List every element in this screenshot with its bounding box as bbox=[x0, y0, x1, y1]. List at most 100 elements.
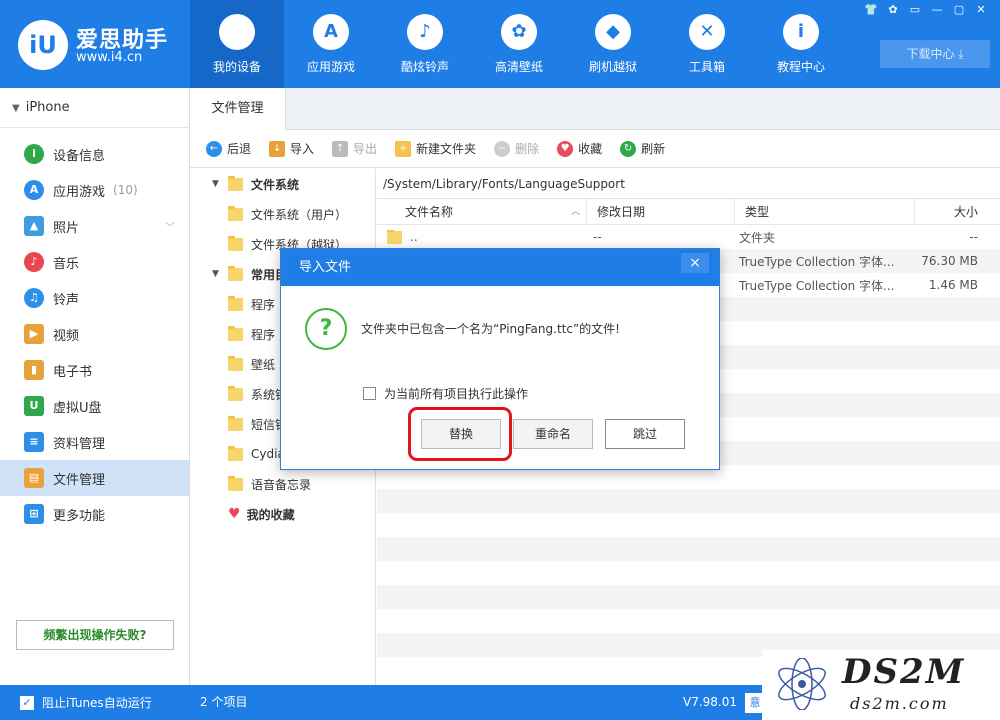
sidebar-item-label: 更多功能 bbox=[53, 508, 106, 524]
toolbar-import-button[interactable]: ↓ 导入 bbox=[269, 140, 314, 157]
close-icon[interactable]: × bbox=[681, 253, 709, 273]
device-selector[interactable]: ▼ iPhone bbox=[0, 88, 189, 128]
file-type: 文件夹 bbox=[739, 230, 776, 245]
table-row[interactable] bbox=[377, 537, 1000, 561]
toolbar-new-folder-button[interactable]: + 新建文件夹 bbox=[395, 140, 476, 157]
skin-icon[interactable]: 👕 bbox=[862, 2, 880, 18]
settings-icon[interactable]: ✿ bbox=[884, 2, 902, 18]
folder-icon bbox=[228, 355, 243, 371]
sidebar-item-label: 设备信息 bbox=[53, 148, 106, 164]
table-header: 文件名称 ︿ 修改日期 类型 大小 bbox=[377, 198, 1000, 225]
table-row[interactable] bbox=[377, 489, 1000, 513]
flower-icon: ✿ bbox=[501, 14, 537, 50]
sidebar-item-1[interactable]: A 应用游戏 (10) bbox=[0, 172, 189, 208]
column-name-label: 文件名称 bbox=[405, 204, 454, 219]
contacts-icon: ≡ bbox=[24, 432, 44, 452]
toolbar-label: 新建文件夹 bbox=[416, 142, 477, 156]
help-button[interactable]: 频繁出现操作失败? bbox=[16, 620, 174, 650]
tab-file-manager[interactable]: 文件管理 bbox=[190, 88, 286, 130]
file-type: TrueType Collection 字体... bbox=[739, 278, 895, 293]
nav-item-label: 教程中心 bbox=[776, 60, 825, 74]
sidebar-item-label: 应用游戏 bbox=[53, 184, 106, 200]
tree-item[interactable]: 文件系统（用户） bbox=[190, 199, 375, 229]
nav-item-2[interactable]: ♪ 酷炫铃声 bbox=[378, 0, 472, 88]
sidebar-item-2[interactable]: ▲ 照片 ﹀ bbox=[0, 208, 189, 244]
toolbar-heart-button[interactable]: ♥ 收藏 bbox=[557, 140, 602, 157]
apply-all-label: 为当前所有项目执行此操作 bbox=[384, 387, 529, 401]
heart-icon: ♥ bbox=[557, 140, 574, 157]
sidebar-item-3[interactable]: ♪ 音乐 bbox=[0, 244, 189, 280]
sidebar-item-5[interactable]: ▶ 视频 bbox=[0, 316, 189, 352]
maximize-icon[interactable]: ▢ bbox=[950, 2, 968, 18]
column-name[interactable]: 文件名称 ︿ bbox=[377, 198, 587, 225]
heart-icon: ♥ bbox=[228, 506, 241, 522]
sidebar-item-9[interactable]: ▤ 文件管理 bbox=[0, 460, 189, 496]
nav-item-4[interactable]: ◆ 刷机越狱 bbox=[566, 0, 660, 88]
file-size: 76.30 MB bbox=[921, 254, 978, 268]
nav-item-3[interactable]: ✿ 高清壁纸 bbox=[472, 0, 566, 88]
close-window-icon[interactable]: ✕ bbox=[972, 2, 990, 18]
toolbar: ← 后退 ↓ 导入 ↑ 导出 + 新建文件夹 − 删除 ♥ 收藏 ↻ 刷新 bbox=[190, 130, 1000, 168]
sidebar-item-label: 电子书 bbox=[53, 364, 93, 380]
sidebar-item-label: 照片 bbox=[53, 220, 80, 236]
table-row[interactable] bbox=[377, 561, 1000, 585]
sidebar-item-6[interactable]: ▮ 电子书 bbox=[0, 352, 189, 388]
apply-all-checkbox[interactable]: 为当前所有项目执行此操作 bbox=[363, 385, 528, 402]
folder-icon bbox=[228, 235, 243, 251]
sidebar-item-0[interactable]: i 设备信息 bbox=[0, 136, 189, 172]
table-row[interactable] bbox=[377, 585, 1000, 609]
table-row[interactable] bbox=[377, 609, 1000, 633]
toolbar-delete-button: − 删除 bbox=[494, 140, 539, 157]
app-logo: iU 爱思助手 www.i4.cn bbox=[18, 16, 178, 72]
column-size[interactable]: 大小 bbox=[915, 199, 1000, 225]
tab-bar: 文件管理 bbox=[190, 88, 1000, 130]
column-type[interactable]: 类型 bbox=[735, 198, 915, 225]
caret-down-icon[interactable]: ▼ bbox=[212, 179, 228, 189]
minimize-icon[interactable]: — bbox=[928, 2, 946, 18]
dialog-message: 文件夹中已包含一个名为“PingFang.ttc”的文件! bbox=[361, 322, 620, 336]
folder-icon bbox=[228, 475, 243, 491]
folder-icon bbox=[228, 295, 243, 311]
checkbox-unchecked-icon[interactable] bbox=[363, 387, 376, 400]
toolbar-back-button[interactable]: ← 后退 bbox=[206, 140, 251, 157]
bell-icon: ♪ bbox=[407, 14, 443, 50]
tree-item[interactable]: ▼ 文件系统 bbox=[190, 169, 375, 199]
tree-item-label: 语音备忘录 bbox=[251, 477, 312, 492]
nav-item-1[interactable]: A 应用游戏 bbox=[284, 0, 378, 88]
sidebar-item-4[interactable]: ♫ 铃声 bbox=[0, 280, 189, 316]
table-row[interactable]: .. -- 文件夹 -- bbox=[377, 225, 1000, 249]
download-center-button[interactable]: 下载中心 ⤓ bbox=[880, 40, 990, 68]
replace-button[interactable]: 替换 bbox=[421, 419, 501, 449]
photo-icon: ▲ bbox=[24, 216, 44, 236]
tree-item[interactable]: ♥ 我的收藏 bbox=[190, 499, 375, 529]
skip-button[interactable]: 跳过 bbox=[605, 419, 685, 449]
block-itunes-toggle[interactable]: ✓ 阻止iTunes自动运行 bbox=[20, 685, 152, 720]
file-size: 1.46 MB bbox=[928, 278, 978, 292]
window-mode-icon[interactable]: ▭ bbox=[906, 2, 924, 18]
nav-item-5[interactable]: ✕ 工具箱 bbox=[660, 0, 754, 88]
logo-mark: iU bbox=[18, 20, 68, 70]
table-row[interactable] bbox=[377, 513, 1000, 537]
sidebar-item-10[interactable]: ⊞ 更多功能 bbox=[0, 496, 189, 532]
column-date[interactable]: 修改日期 bbox=[587, 198, 735, 225]
checkbox-checked-icon[interactable]: ✓ bbox=[20, 695, 34, 710]
folder-icon bbox=[228, 415, 243, 431]
folder-icon bbox=[228, 445, 243, 461]
question-icon: ? bbox=[305, 308, 347, 350]
nav-item-0[interactable]: 我的设备 bbox=[190, 0, 284, 88]
refresh-icon: ↻ bbox=[620, 140, 637, 157]
sidebar-item-8[interactable]: ≡ 资料管理 bbox=[0, 424, 189, 460]
nav-item-6[interactable]: i 教程中心 bbox=[754, 0, 848, 88]
import-icon: ↓ bbox=[269, 140, 286, 157]
tree-item[interactable]: 语音备忘录 bbox=[190, 469, 375, 499]
rename-button[interactable]: 重命名 bbox=[513, 419, 593, 449]
folder-icon bbox=[228, 175, 243, 191]
sidebar-item-7[interactable]: U 虚拟U盘 bbox=[0, 388, 189, 424]
file-size: -- bbox=[969, 230, 978, 244]
toolbar-refresh-button[interactable]: ↻ 刷新 bbox=[620, 140, 665, 157]
nav-item-label: 刷机越狱 bbox=[588, 60, 637, 74]
sort-asc-icon: ︿ bbox=[570, 206, 580, 217]
dialog-title-bar: 导入文件 × bbox=[281, 249, 719, 286]
caret-down-icon[interactable]: ▼ bbox=[212, 269, 228, 279]
new-folder-icon: + bbox=[395, 140, 412, 157]
